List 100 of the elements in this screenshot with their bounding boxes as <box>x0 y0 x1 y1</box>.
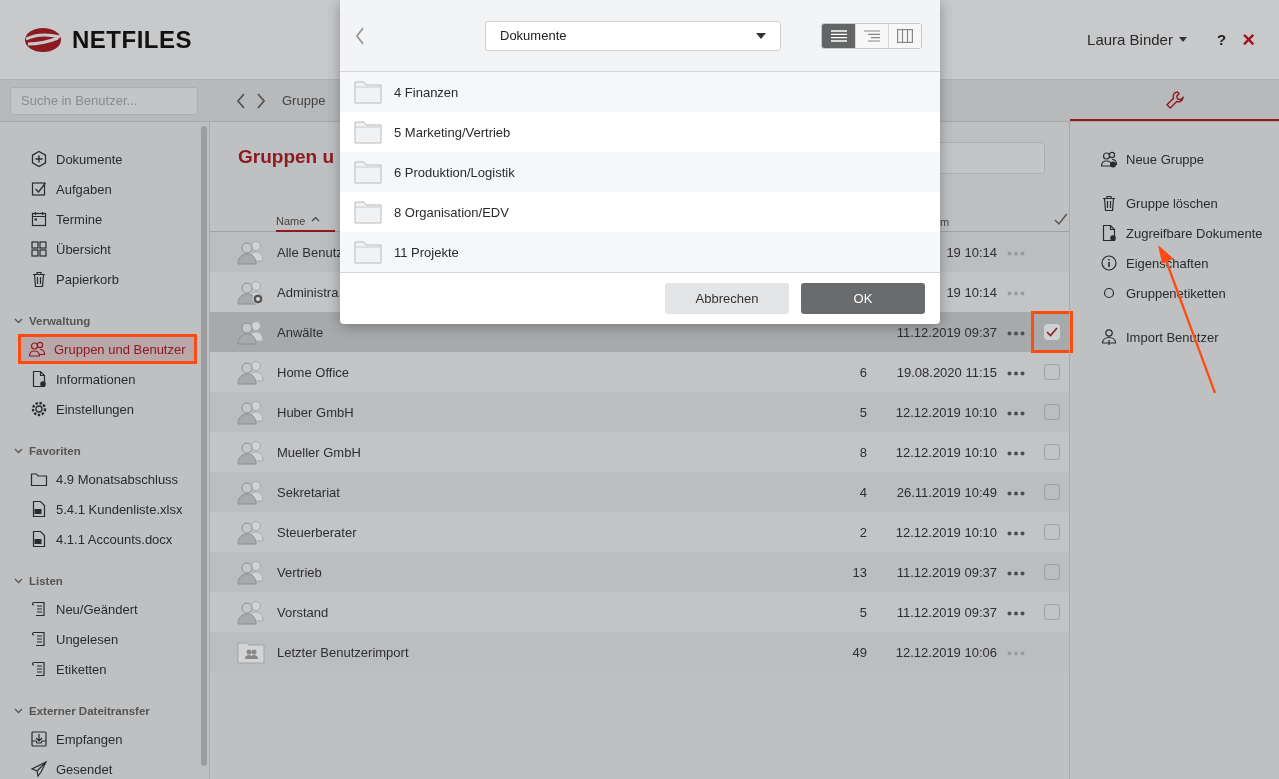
folder-icon <box>354 120 382 144</box>
sidebar-item[interactable]: Empfangen <box>0 724 201 754</box>
checkbox[interactable] <box>1044 404 1060 420</box>
location-dropdown[interactable]: Dokumente <box>485 20 781 51</box>
section-heading[interactable]: Favoriten <box>0 438 209 464</box>
more-icon[interactable] <box>1007 371 1025 376</box>
folder-row[interactable]: 6 Produktion/Logistik <box>340 152 940 192</box>
section-heading[interactable]: Verwaltung <box>0 308 209 334</box>
action-item[interactable]: Neue Gruppe <box>1100 144 1278 174</box>
caret-icon <box>1178 37 1187 42</box>
table-cell: 13 <box>852 564 867 580</box>
action-item[interactable]: Gruppe löschen <box>1100 188 1278 218</box>
table-cell: 4 <box>859 484 867 500</box>
more-icon[interactable] <box>1007 571 1025 576</box>
checkbox[interactable] <box>1044 444 1060 460</box>
sidebar-item[interactable]: 4.9 Monatsabschluss <box>0 464 201 494</box>
more-icon[interactable] <box>1007 531 1025 536</box>
sidebar-item[interactable]: 5.4.1 Kundenliste.xlsx <box>0 494 201 524</box>
table-cell: 19 10:14 <box>946 284 997 300</box>
column-header[interactable]: m <box>940 216 1054 231</box>
help-button[interactable]: ? <box>1216 31 1227 48</box>
folder-icon <box>354 80 382 104</box>
group-icon <box>237 439 265 465</box>
sidebar-item[interactable]: Gruppen und Benutzer <box>18 334 197 364</box>
more-icon[interactable] <box>1007 611 1025 616</box>
table-cell: 6 <box>859 364 867 380</box>
sidebar-item[interactable]: Einstellungen <box>0 394 201 424</box>
checkbox[interactable] <box>1044 604 1060 620</box>
group-icon <box>237 319 265 345</box>
sidebar-item[interactable]: 4.1.1 Accounts.docx <box>0 524 201 554</box>
sidebar-item[interactable]: Gesendet <box>0 754 201 779</box>
table-row[interactable]: Mueller GmbH 8 12.12.2019 10:10 <box>210 432 1069 472</box>
chevron-icon <box>14 708 23 714</box>
checkbox[interactable] <box>1044 524 1060 540</box>
sidebar-item[interactable]: Termine <box>0 204 201 234</box>
sidebar-item[interactable]: Ungelesen <box>0 624 201 654</box>
table-cell: 5 <box>859 404 867 420</box>
chevron-icon <box>14 578 23 584</box>
section-heading[interactable]: Listen <box>0 568 209 594</box>
sidebar-item[interactable]: Dokumente <box>0 144 201 174</box>
more-icon[interactable] <box>1007 331 1025 336</box>
action-item[interactable]: Zugreifbare Dokumente <box>1100 218 1278 248</box>
view-toggle[interactable] <box>888 23 921 48</box>
folder-icon <box>354 240 382 264</box>
view-toggle[interactable] <box>855 23 888 48</box>
table-cell: Huber GmbH <box>277 404 354 420</box>
table-cell: 26.11.2019 10:49 <box>896 484 997 500</box>
filter-field[interactable] <box>937 142 1045 174</box>
table-cell: 11.12.2019 09:37 <box>896 324 997 340</box>
user-menu[interactable]: Laura Binder <box>1087 31 1187 48</box>
plus-icon <box>30 150 48 168</box>
back-icon[interactable] <box>236 92 246 109</box>
sidebar-item[interactable]: Etiketten <box>0 654 201 684</box>
ok-button[interactable]: OK <box>801 283 925 314</box>
checkbox[interactable] <box>1044 564 1060 580</box>
forward-icon[interactable] <box>256 92 266 109</box>
table-cell: Mueller GmbH <box>277 444 361 460</box>
folder-row[interactable]: 5 Marketing/Vertrieb <box>340 112 940 152</box>
more-icon[interactable] <box>1007 451 1025 456</box>
close-button[interactable]: × <box>1242 28 1255 51</box>
section-heading[interactable]: Externer Dateitransfer <box>0 698 209 724</box>
sidebar-item[interactable]: Neu/Geändert <box>0 594 201 624</box>
folder-row[interactable]: 11 Projekte <box>340 232 940 272</box>
sidebar-item[interactable]: Aufgaben <box>0 174 201 204</box>
tree-view-icon <box>864 29 880 42</box>
checkbox[interactable] <box>1044 364 1060 380</box>
back-icon[interactable] <box>355 26 365 45</box>
scrollbar[interactable] <box>201 126 207 766</box>
send-icon <box>30 760 48 778</box>
breadcrumb[interactable]: Gruppe <box>282 93 326 108</box>
cancel-button[interactable]: Abbrechen <box>665 283 789 314</box>
group-icon <box>237 599 265 625</box>
checkbox[interactable] <box>1044 324 1060 340</box>
sidebar-item[interactable]: Informationen <box>0 364 201 394</box>
table-row[interactable]: Steuerberater 2 12.12.2019 10:10 <box>210 512 1069 552</box>
table-cell: Administra <box>277 284 339 300</box>
group-icon <box>237 399 265 425</box>
table-cell: 12.12.2019 10:10 <box>895 524 997 540</box>
group-icon <box>237 479 265 505</box>
sort-caret-icon <box>311 215 321 224</box>
table-row[interactable]: Vorstand 5 11.12.2019 09:37 <box>210 592 1069 632</box>
sidebar-item[interactable]: Papierkorb <box>0 264 201 294</box>
group-icon <box>28 340 46 358</box>
checkbox[interactable] <box>1044 484 1060 500</box>
group-icon <box>237 559 265 585</box>
wrench-icon <box>1164 89 1185 110</box>
group-folder-icon <box>237 640 265 664</box>
folder-row[interactable]: 8 Organisation/EDV <box>340 192 940 232</box>
more-icon[interactable] <box>1007 411 1025 416</box>
sidebar-item[interactable]: Übersicht <box>0 234 201 264</box>
folder-icon <box>354 160 382 184</box>
folder-row[interactable]: 4 Finanzen <box>340 72 940 112</box>
doc-icon <box>30 370 48 388</box>
more-icon[interactable] <box>1007 491 1025 496</box>
table-cell: 49 <box>852 644 867 660</box>
table-cell: Vorstand <box>277 604 329 620</box>
table-cell: 12.12.2019 10:06 <box>895 644 997 660</box>
folder-icon <box>30 470 48 488</box>
table-row[interactable]: Home Office 6 19.08.2020 11:15 <box>210 352 1069 392</box>
view-toggle[interactable] <box>822 23 855 48</box>
